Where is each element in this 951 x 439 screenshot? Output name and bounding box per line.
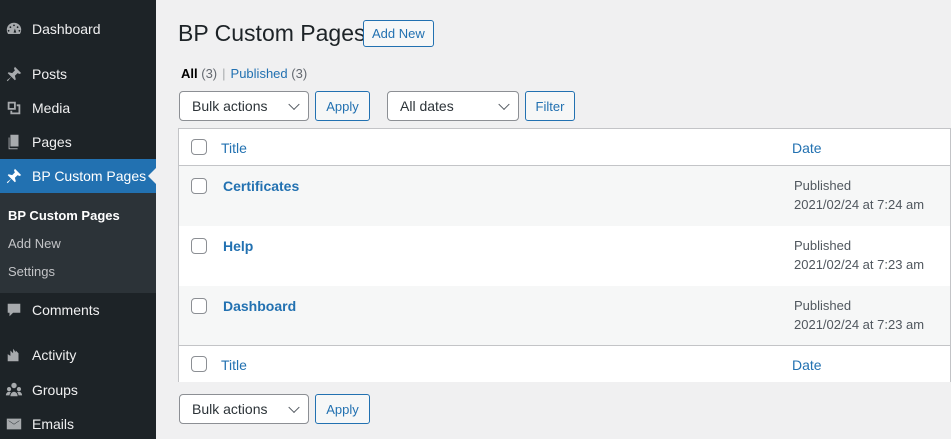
groups-icon (5, 381, 23, 399)
main-content: BP Custom Pages Add New All (3) | Publis… (156, 0, 951, 439)
current-indicator (148, 168, 156, 184)
submenu-item-settings[interactable]: Settings (8, 264, 55, 279)
menu-item-media[interactable]: Media (0, 91, 156, 125)
row-title-link[interactable]: Certificates (223, 178, 299, 194)
all-count: (3) (201, 66, 218, 81)
pages-icon (5, 133, 23, 151)
admin-sidebar: Dashboard Posts Media Pages BP Custom Pa… (0, 0, 156, 439)
row-title-link[interactable]: Help (223, 238, 253, 254)
table-row: Help Published 2021/02/24 at 7:23 am (179, 226, 950, 286)
menu-label: Pages (32, 134, 72, 150)
table-header: Title Date (179, 129, 950, 166)
table-row: Dashboard Published 2021/02/24 at 7:23 a… (179, 286, 950, 346)
submenu-item-add-new[interactable]: Add New (8, 236, 61, 251)
select-all-checkbox[interactable] (191, 139, 207, 155)
menu-label: Emails (32, 416, 75, 432)
menu-item-pages[interactable]: Pages (0, 125, 156, 159)
menu-item-groups[interactable]: Groups (0, 373, 156, 407)
dashboard-icon (5, 20, 23, 38)
add-new-button[interactable]: Add New (363, 20, 434, 47)
filter-button[interactable]: Filter (525, 91, 575, 121)
bulk-actions-select-bottom[interactable]: Bulk actions (179, 394, 309, 424)
dates-value: All dates (400, 98, 454, 114)
filter-published-link[interactable]: Published (231, 66, 288, 81)
row-date: 2021/02/24 at 7:23 am (794, 317, 925, 332)
row-status: Published (794, 238, 852, 253)
column-title-sort-footer[interactable]: Title (221, 357, 247, 373)
row-checkbox[interactable] (191, 298, 207, 314)
menu-item-comments[interactable]: Comments (0, 293, 156, 327)
column-title-sort[interactable]: Title (221, 140, 247, 156)
menu-label: Groups (32, 382, 78, 398)
row-title-link[interactable]: Dashboard (223, 298, 296, 314)
menu-label: Comments (32, 302, 100, 318)
menu-label: Media (32, 100, 71, 116)
dates-select[interactable]: All dates (387, 91, 519, 121)
menu-label: BP Custom Pages (32, 168, 147, 184)
submenu-item-bp-custom-pages[interactable]: BP Custom Pages (8, 208, 120, 223)
menu-label: Activity (32, 347, 77, 363)
pushpin-icon (5, 167, 23, 185)
table-row: Certificates Published 2021/02/24 at 7:2… (179, 166, 950, 226)
chevron-down-icon (288, 401, 300, 414)
row-checkbox[interactable] (191, 178, 207, 194)
menu-item-bp-custom-pages[interactable]: BP Custom Pages (0, 159, 156, 193)
menu-item-activity[interactable]: Activity (0, 338, 156, 372)
menu-item-posts[interactable]: Posts (0, 57, 156, 91)
column-date-sort[interactable]: Date (792, 140, 822, 156)
media-icon (5, 99, 23, 117)
published-count: (3) (291, 66, 308, 81)
table-footer: Title Date (179, 345, 950, 382)
apply-button-top[interactable]: Apply (315, 91, 370, 121)
menu-item-emails[interactable]: Emails (0, 407, 156, 439)
row-checkbox[interactable] (191, 238, 207, 254)
pushpin-icon (5, 65, 23, 83)
submenu: BP Custom Pages Add New Settings (0, 193, 156, 293)
row-status: Published (794, 298, 852, 313)
apply-button-bottom[interactable]: Apply (315, 394, 370, 424)
posts-table: Title Date Certificates Published 2021/0… (178, 128, 951, 382)
bulk-actions-value: Bulk actions (192, 401, 268, 417)
filter-all-link[interactable]: All (181, 66, 198, 81)
chevron-down-icon (288, 98, 300, 111)
page-title: BP Custom Pages (178, 20, 366, 46)
row-date: 2021/02/24 at 7:23 am (794, 257, 925, 272)
comment-icon (5, 301, 23, 319)
menu-label: Posts (32, 66, 68, 82)
activity-icon (5, 346, 23, 364)
row-status: Published (794, 178, 852, 193)
menu-label: Dashboard (32, 21, 101, 37)
email-icon (5, 415, 23, 433)
chevron-down-icon (498, 98, 510, 111)
select-all-checkbox-footer[interactable] (191, 356, 207, 372)
column-date-sort-footer[interactable]: Date (792, 357, 822, 373)
separator: | (222, 66, 226, 81)
status-filter-links: All (3) | Published (3) (181, 66, 307, 81)
bulk-actions-value: Bulk actions (192, 98, 268, 114)
bulk-actions-select-top[interactable]: Bulk actions (179, 91, 309, 121)
row-date: 2021/02/24 at 7:24 am (794, 197, 925, 212)
menu-item-dashboard[interactable]: Dashboard (0, 12, 156, 46)
